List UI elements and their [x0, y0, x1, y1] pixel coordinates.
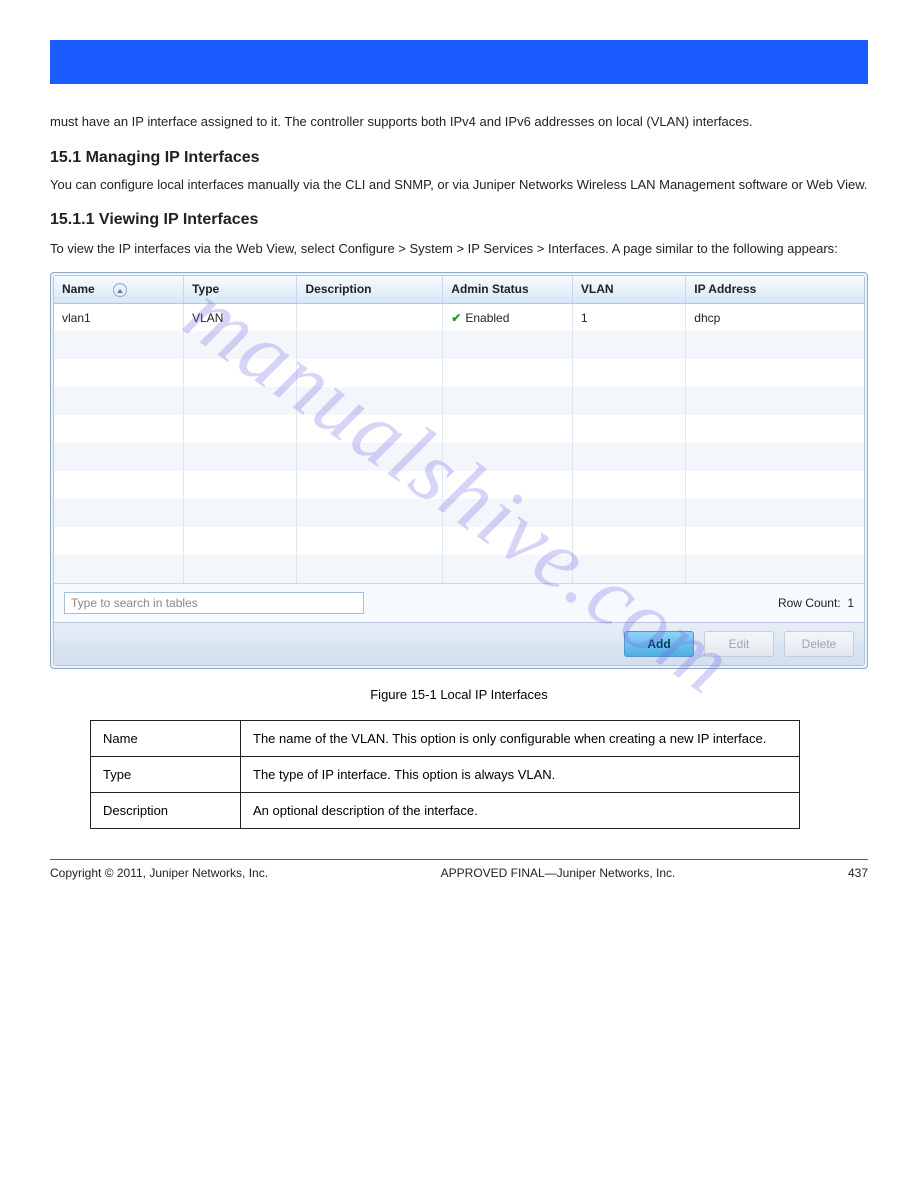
info-row: Type The type of IP interface. This opti…	[91, 757, 800, 793]
info-val: The name of the VLAN. This option is onl…	[241, 721, 800, 757]
table-row	[54, 499, 864, 527]
info-row: Name The name of the VLAN. This option i…	[91, 721, 800, 757]
info-val: An optional description of the interface…	[241, 793, 800, 829]
info-key: Name	[91, 721, 241, 757]
col-ip-address[interactable]: IP Address	[686, 276, 864, 303]
cell-admin-status-text: Enabled	[465, 311, 509, 325]
info-row: Description An optional description of t…	[91, 793, 800, 829]
section-heading: 15.1 Managing IP Interfaces	[50, 149, 868, 167]
table-row	[54, 443, 864, 471]
cell-ip-address: dhcp	[686, 303, 864, 331]
col-ip-address-label: IP Address	[694, 282, 756, 296]
col-vlan-label: VLAN	[581, 282, 614, 296]
table-row	[54, 387, 864, 415]
search-row: Row Count: 1	[54, 583, 864, 622]
section-body-1: You can configure local interfaces manua…	[50, 175, 868, 195]
interfaces-grid: Name Type Description Admin Status VLAN …	[53, 275, 865, 666]
section-intro: must have an IP interface assigned to it…	[50, 114, 868, 129]
table-row	[54, 331, 864, 359]
table-row	[54, 359, 864, 387]
footer-left: Copyright © 2011, Juniper Networks, Inc.	[50, 866, 268, 880]
row-count-value: 1	[847, 596, 854, 610]
table-row[interactable]: vlan1 VLAN ✔ Enabled 1 dhcp	[54, 303, 864, 331]
sort-asc-icon[interactable]	[113, 283, 127, 297]
col-description[interactable]: Description	[297, 276, 443, 303]
table-row	[54, 527, 864, 555]
subsection-body: To view the IP interfaces via the Web Vi…	[50, 239, 868, 259]
table-row	[54, 415, 864, 443]
col-vlan[interactable]: VLAN	[572, 276, 685, 303]
cell-type: VLAN	[184, 303, 297, 331]
button-row: Add Edit Delete	[54, 622, 864, 665]
table-header-row: Name Type Description Admin Status VLAN …	[54, 276, 864, 303]
header-bar	[50, 40, 868, 84]
subsection-heading: 15.1.1 Viewing IP Interfaces	[50, 211, 868, 229]
info-key: Description	[91, 793, 241, 829]
info-table: Name The name of the VLAN. This option i…	[90, 720, 800, 829]
add-button[interactable]: Add	[624, 631, 694, 657]
table-row	[54, 555, 864, 583]
cell-description	[297, 303, 443, 331]
col-admin-status-label: Admin Status	[451, 282, 528, 296]
edit-button[interactable]: Edit	[704, 631, 774, 657]
footer-right: 437	[848, 866, 868, 880]
cell-admin-status: ✔ Enabled	[443, 303, 573, 331]
search-input[interactable]	[64, 592, 364, 614]
page-footer: Copyright © 2011, Juniper Networks, Inc.…	[50, 859, 868, 880]
col-type-label: Type	[192, 282, 219, 296]
interfaces-table: Name Type Description Admin Status VLAN …	[54, 276, 864, 583]
info-key: Type	[91, 757, 241, 793]
delete-button[interactable]: Delete	[784, 631, 854, 657]
col-name-label: Name	[62, 282, 95, 296]
row-count: Row Count: 1	[778, 596, 854, 610]
col-description-label: Description	[305, 282, 371, 296]
info-val: The type of IP interface. This option is…	[241, 757, 800, 793]
cell-vlan: 1	[572, 303, 685, 331]
figure-caption: Figure 15-1 Local IP Interfaces	[50, 687, 868, 702]
table-row	[54, 471, 864, 499]
footer-center: APPROVED FINAL—Juniper Networks, Inc.	[268, 866, 848, 880]
col-name[interactable]: Name	[54, 276, 184, 303]
row-count-label: Row Count:	[778, 596, 841, 610]
col-admin-status[interactable]: Admin Status	[443, 276, 573, 303]
check-icon: ✔	[451, 311, 461, 325]
interfaces-panel: Name Type Description Admin Status VLAN …	[50, 272, 868, 669]
cell-name: vlan1	[54, 303, 184, 331]
col-type[interactable]: Type	[184, 276, 297, 303]
